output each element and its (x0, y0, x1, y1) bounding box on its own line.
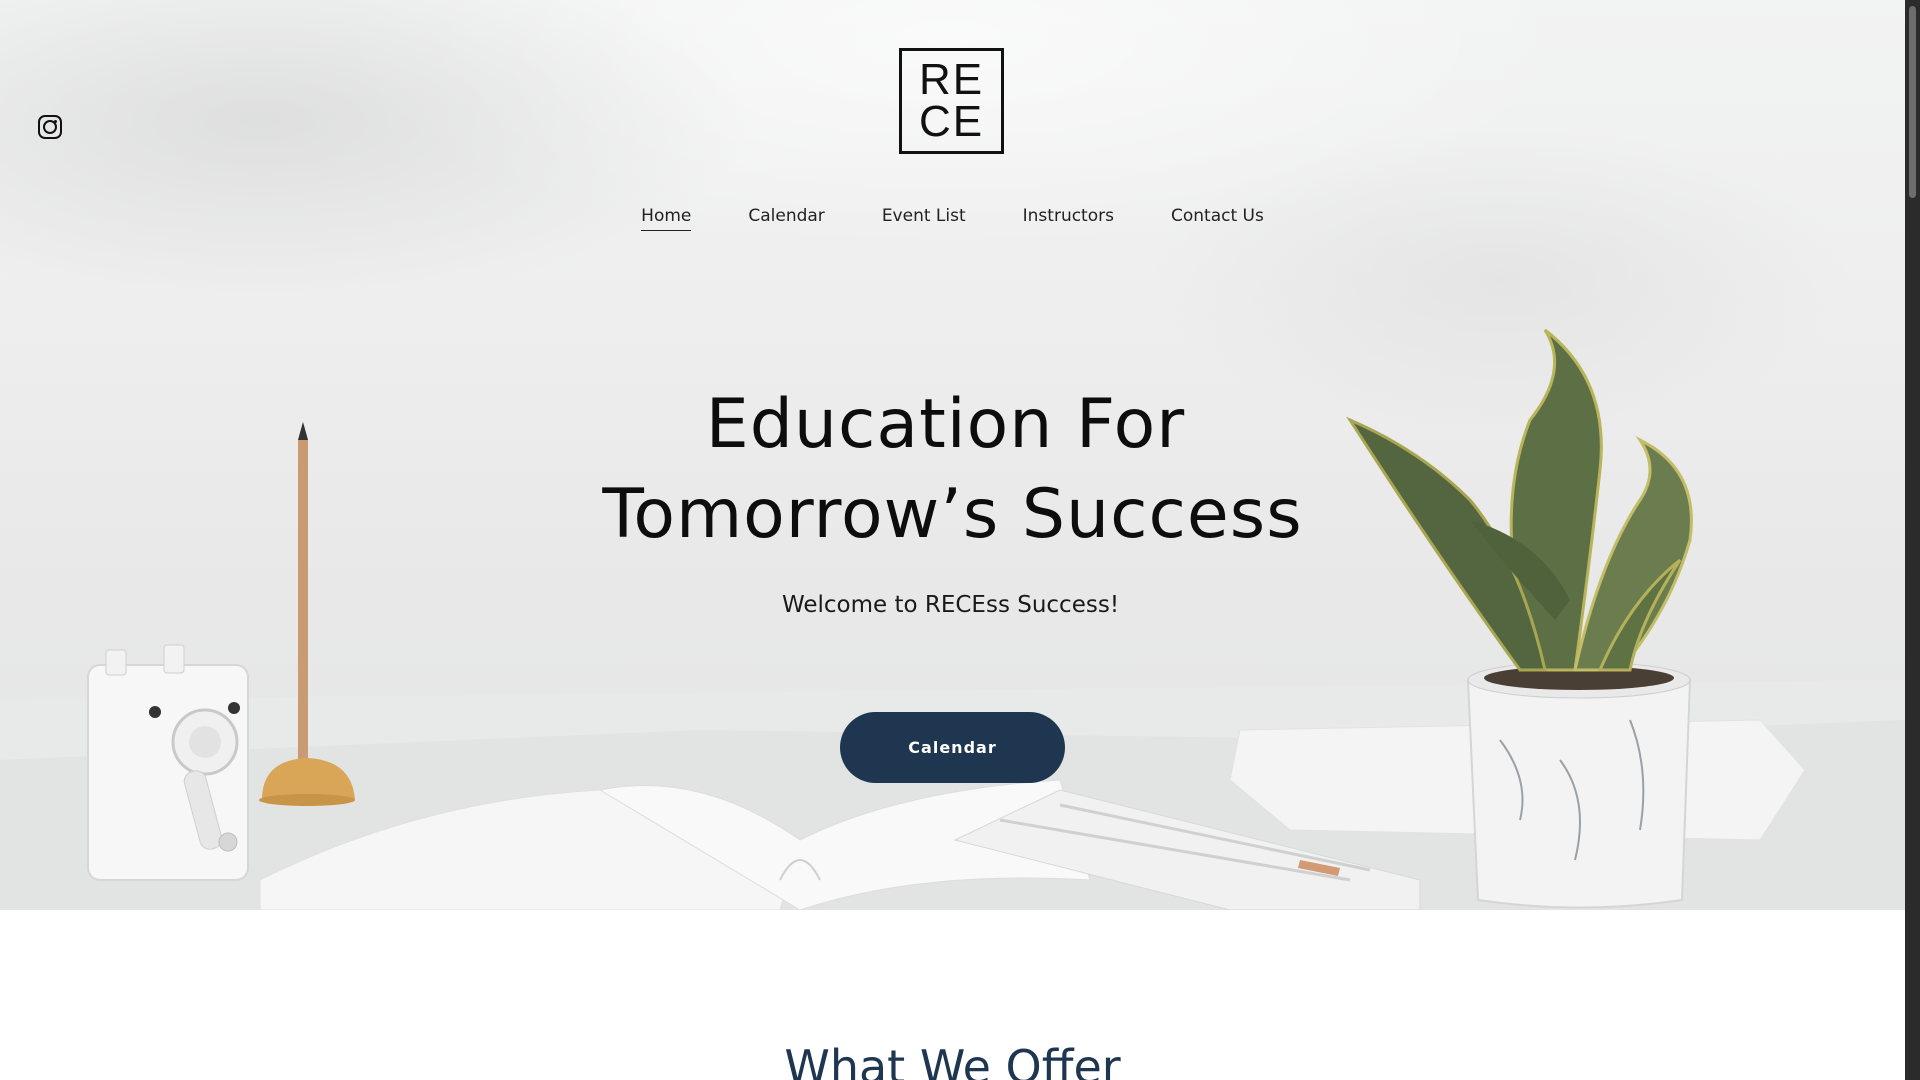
site-logo[interactable]: RE CE (899, 48, 1004, 154)
nav-item-contact-us[interactable]: Contact Us (1171, 206, 1264, 231)
page: RE CE Home Calendar Event List Instructo… (0, 0, 1920, 1080)
nav-item-event-list[interactable]: Event List (882, 206, 966, 231)
main-nav-list: Home Calendar Event List Instructors Con… (641, 206, 1264, 231)
nav-item-instructors[interactable]: Instructors (1023, 206, 1114, 231)
offer-section-title: What We Offer (784, 1040, 1121, 1080)
nav-item-calendar[interactable]: Calendar (748, 206, 824, 231)
logo-line-2: CE (918, 97, 985, 146)
instagram-icon[interactable] (38, 115, 62, 139)
scrollbar-thumb[interactable] (1909, 6, 1916, 198)
pencil-sharpener-graphic (87, 644, 249, 881)
calendar-button[interactable]: Calendar (840, 712, 1065, 783)
hero-headline: Education For Tomorrow’s Success (0, 380, 1905, 560)
page-scrollbar[interactable] (1905, 0, 1920, 1080)
hero-headline-line-1: Education For (705, 385, 1186, 464)
nav-item-home[interactable]: Home (641, 206, 692, 231)
hero-headline-line-2: Tomorrow’s Success (602, 475, 1303, 554)
plant-pot-graphic (1466, 661, 1692, 909)
hero-subtitle: Welcome to RECEss Success! (781, 592, 1120, 618)
main-nav: Home Calendar Event List Instructors Con… (0, 206, 1905, 231)
logo-line-1: RE (918, 55, 985, 104)
